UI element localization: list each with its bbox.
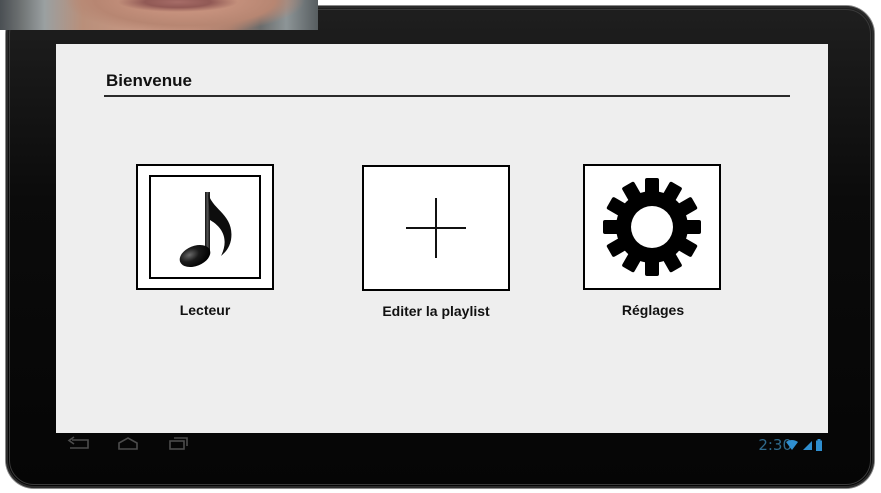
status-icons xyxy=(786,438,822,456)
page-title: Bienvenue xyxy=(106,71,192,90)
gear-icon xyxy=(603,178,701,276)
edit-playlist-tile-label[interactable]: Editer la playlist xyxy=(382,303,489,319)
plus-icon xyxy=(406,198,466,258)
settings-tile[interactable] xyxy=(583,164,721,290)
signal-icon xyxy=(802,441,812,450)
person-photo xyxy=(0,0,318,30)
edit-playlist-tile[interactable] xyxy=(362,165,510,291)
system-navigation-bar: 2:30 xyxy=(56,433,828,457)
home-icon[interactable] xyxy=(116,436,140,452)
player-tile-inner-frame xyxy=(149,175,261,279)
back-icon[interactable] xyxy=(66,436,92,452)
title-divider xyxy=(104,95,790,97)
player-tile-label[interactable]: Lecteur xyxy=(180,302,231,318)
app-screen: Bienvenue Lecteur Editer la playlist Rég… xyxy=(56,44,828,433)
recent-apps-icon[interactable] xyxy=(166,436,190,452)
stage: Bienvenue Lecteur Editer la playlist Rég… xyxy=(0,0,881,493)
settings-tile-label[interactable]: Réglages xyxy=(622,302,684,318)
player-tile[interactable] xyxy=(136,164,274,290)
battery-icon xyxy=(816,439,822,451)
wifi-icon xyxy=(786,440,799,450)
music-note-icon xyxy=(179,192,232,268)
